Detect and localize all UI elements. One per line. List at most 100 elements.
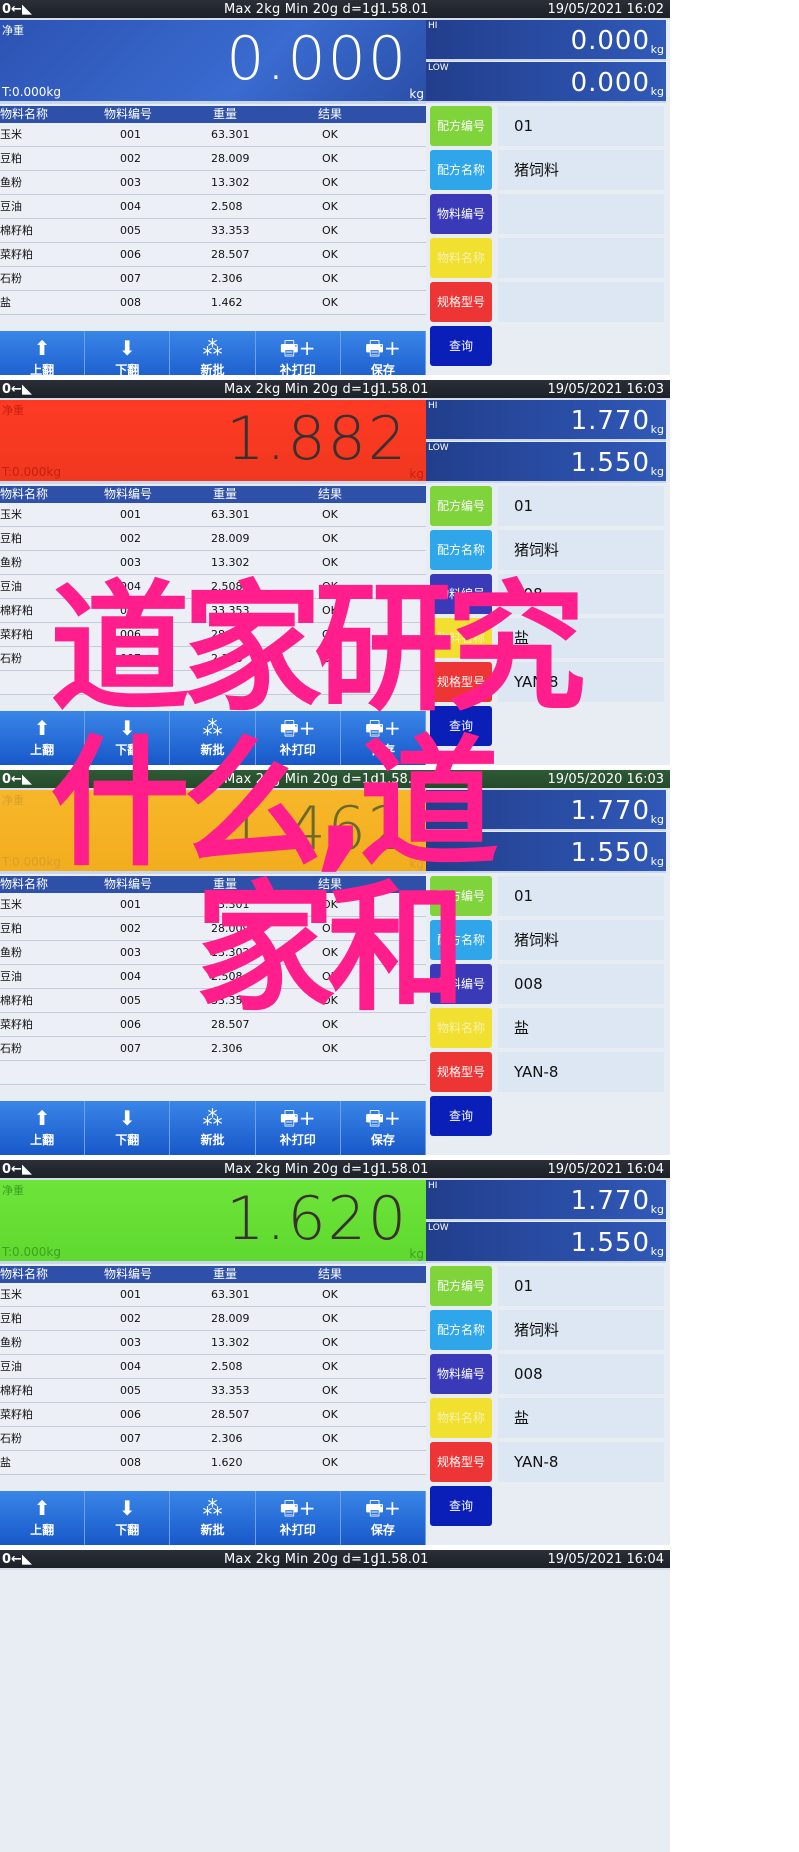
side-button-query[interactable]: 查询: [430, 1096, 492, 1136]
side-button-material-code[interactable]: 物料编号: [430, 1354, 492, 1394]
side-button-recipe-name[interactable]: 配方名称: [430, 920, 492, 960]
table-row[interactable]: 菜籽粕 006 28.507 OK: [0, 1403, 426, 1427]
side-button-query[interactable]: 查询: [430, 1486, 492, 1526]
side-button-recipe-code[interactable]: 配方编号: [430, 106, 492, 146]
table-row[interactable]: 石粉 007 2.306 OK: [0, 1427, 426, 1451]
table-row[interactable]: 鱼粉 003 13.302 OK: [0, 941, 426, 965]
zero-tare-indicator-icon: 0←◣: [2, 1552, 32, 1567]
side-button-spec-model[interactable]: 规格型号: [430, 1442, 492, 1482]
table-row[interactable]: 豆油 004 2.508 OK: [0, 195, 426, 219]
table-row[interactable]: 石粉 007 2.306 OK: [0, 647, 426, 671]
toolbar-button-reprint[interactable]: 🖶+ 补打印: [255, 331, 341, 375]
hi-limit[interactable]: HI 1.770 kg: [426, 1180, 666, 1221]
toolbar-button-label: 下翻: [115, 743, 140, 757]
table-row[interactable]: 棉籽粕 005 33.353 OK: [0, 219, 426, 243]
toolbar-button-reprint[interactable]: 🖶+ 补打印: [255, 1491, 341, 1545]
side-button-query[interactable]: 查询: [430, 706, 492, 746]
toolbar-button-label: 下翻: [115, 363, 140, 375]
toolbar-button-new-batch[interactable]: ⁂ 新批: [170, 1491, 256, 1545]
side-button-spec-model[interactable]: 规格型号: [430, 282, 492, 322]
cell-result: OK: [322, 556, 338, 569]
table-row[interactable]: 玉米 001 63.301 OK: [0, 503, 426, 527]
table-row[interactable]: 豆粕 002 28.009 OK: [0, 917, 426, 941]
table-row[interactable]: 石粉 007 2.306 OK: [0, 1037, 426, 1061]
side-button-material-name[interactable]: 物料名称: [430, 238, 492, 278]
toolbar-button-new-batch[interactable]: ⁂ 新批: [170, 331, 256, 375]
table-row[interactable]: 豆油 004 2.508 OK: [0, 575, 426, 599]
arrow-up-icon: ⬆: [33, 1496, 51, 1520]
side-button-recipe-name[interactable]: 配方名称: [430, 150, 492, 190]
table-row[interactable]: 玉米 001 63.301 OK: [0, 893, 426, 917]
toolbar-button-page-down[interactable]: ⬇ 下翻: [85, 711, 171, 765]
table-row[interactable]: 石粉 007 2.306 OK: [0, 267, 426, 291]
toolbar-button-save[interactable]: 🖶+ 保存: [340, 1491, 427, 1545]
side-button-recipe-code[interactable]: 配方编号: [430, 876, 492, 916]
toolbar-button-save[interactable]: 🖶+ 保存: [340, 1101, 427, 1155]
table-row[interactable]: [0, 1061, 426, 1085]
side-button-material-name[interactable]: 物料名称: [430, 618, 492, 658]
side-button-recipe-name[interactable]: 配方名称: [430, 530, 492, 570]
cell-material-code: 001: [120, 898, 141, 911]
table-row[interactable]: 菜籽粕 006 28.507 OK: [0, 1013, 426, 1037]
table-row[interactable]: 豆油 004 2.508 OK: [0, 965, 426, 989]
table-row[interactable]: 菜籽粕 006 28.507 OK: [0, 623, 426, 647]
table-row[interactable]: 玉米 001 63.301 OK: [0, 1283, 426, 1307]
toolbar-button-page-down[interactable]: ⬇ 下翻: [85, 331, 171, 375]
table-row[interactable]: 豆油 004 2.508 OK: [0, 1355, 426, 1379]
scale-terminal-screen-3: 0←◣ Max 2kg Min 20g d=1g J1.58.01 19/05/…: [0, 770, 670, 1155]
side-button-spec-model[interactable]: 规格型号: [430, 662, 492, 702]
table-row[interactable]: 棉籽粕 005 33.353 OK: [0, 1379, 426, 1403]
low-limit[interactable]: LOW 1.550 kg: [426, 442, 666, 483]
side-button-material-name[interactable]: 物料名称: [430, 1008, 492, 1048]
table-row[interactable]: 豆粕 002 28.009 OK: [0, 1307, 426, 1331]
cell-material-name: 石粉: [0, 1432, 22, 1445]
table-row[interactable]: 盐 008 1.462 OK: [0, 291, 426, 315]
toolbar-button-page-up[interactable]: ⬆ 上翻: [0, 1101, 86, 1155]
cell-weight: 13.302: [211, 1336, 250, 1349]
low-limit[interactable]: LOW 1.550 kg: [426, 1222, 666, 1263]
table-row[interactable]: 鱼粉 003 13.302 OK: [0, 1331, 426, 1355]
table-row[interactable]: 豆粕 002 28.009 OK: [0, 527, 426, 551]
toolbar-button-save[interactable]: 🖶+ 保存: [340, 331, 427, 375]
table-row[interactable]: [0, 671, 426, 695]
datetime: 19/05/2021 16:02: [547, 2, 664, 17]
toolbar-button-page-up[interactable]: ⬆ 上翻: [0, 1491, 86, 1545]
side-button-spec-model[interactable]: 规格型号: [430, 1052, 492, 1092]
toolbar-button-page-up[interactable]: ⬆ 上翻: [0, 711, 86, 765]
low-label: LOW: [428, 1223, 449, 1233]
side-button-recipe-name[interactable]: 配方名称: [430, 1310, 492, 1350]
table-row[interactable]: 鱼粉 003 13.302 OK: [0, 551, 426, 575]
table-row[interactable]: 盐 008 1.620 OK: [0, 1451, 426, 1475]
cell-material-name: 豆粕: [0, 922, 22, 935]
side-button-query[interactable]: 查询: [430, 326, 492, 366]
table-row[interactable]: 棉籽粕 005 33.353 OK: [0, 989, 426, 1013]
side-value-material-code: 008: [498, 964, 664, 1004]
toolbar-button-page-down[interactable]: ⬇ 下翻: [85, 1491, 171, 1545]
toolbar-button-page-down[interactable]: ⬇ 下翻: [85, 1101, 171, 1155]
table-row[interactable]: 玉米 001 63.301 OK: [0, 123, 426, 147]
toolbar-button-reprint[interactable]: 🖶+ 补打印: [255, 1101, 341, 1155]
table-row[interactable]: 菜籽粕 006 28.507 OK: [0, 243, 426, 267]
table-row[interactable]: 棉籽粕 005 33.353 OK: [0, 599, 426, 623]
toolbar-button-new-batch[interactable]: ⁂ 新批: [170, 1101, 256, 1155]
hi-limit[interactable]: HI 0.000 kg: [426, 20, 666, 61]
toolbar-button-new-batch[interactable]: ⁂ 新批: [170, 711, 256, 765]
net-weight-label: 净重: [2, 24, 24, 37]
side-button-material-code[interactable]: 物料编号: [430, 574, 492, 614]
cell-material-name: 鱼粉: [0, 556, 22, 569]
side-button-recipe-code[interactable]: 配方编号: [430, 1266, 492, 1306]
hi-limit[interactable]: HI 1.770 kg: [426, 790, 666, 831]
side-button-material-code[interactable]: 物料编号: [430, 964, 492, 1004]
hi-limit[interactable]: HI 1.770 kg: [426, 400, 666, 441]
side-button-material-code[interactable]: 物料编号: [430, 194, 492, 234]
side-button-material-name[interactable]: 物料名称: [430, 1398, 492, 1438]
side-button-recipe-code[interactable]: 配方编号: [430, 486, 492, 526]
toolbar-button-save[interactable]: 🖶+ 保存: [340, 711, 427, 765]
toolbar-button-reprint[interactable]: 🖶+ 补打印: [255, 711, 341, 765]
table-row[interactable]: 鱼粉 003 13.302 OK: [0, 171, 426, 195]
bottom-toolbar: ⬆ 上翻 ⬇ 下翻 ⁂ 新批 🖶+ 补打印 🖶+ 保存: [0, 331, 427, 375]
toolbar-button-page-up[interactable]: ⬆ 上翻: [0, 331, 86, 375]
low-limit[interactable]: LOW 1.550 kg: [426, 832, 666, 873]
table-row[interactable]: 豆粕 002 28.009 OK: [0, 147, 426, 171]
low-limit[interactable]: LOW 0.000 kg: [426, 62, 666, 103]
